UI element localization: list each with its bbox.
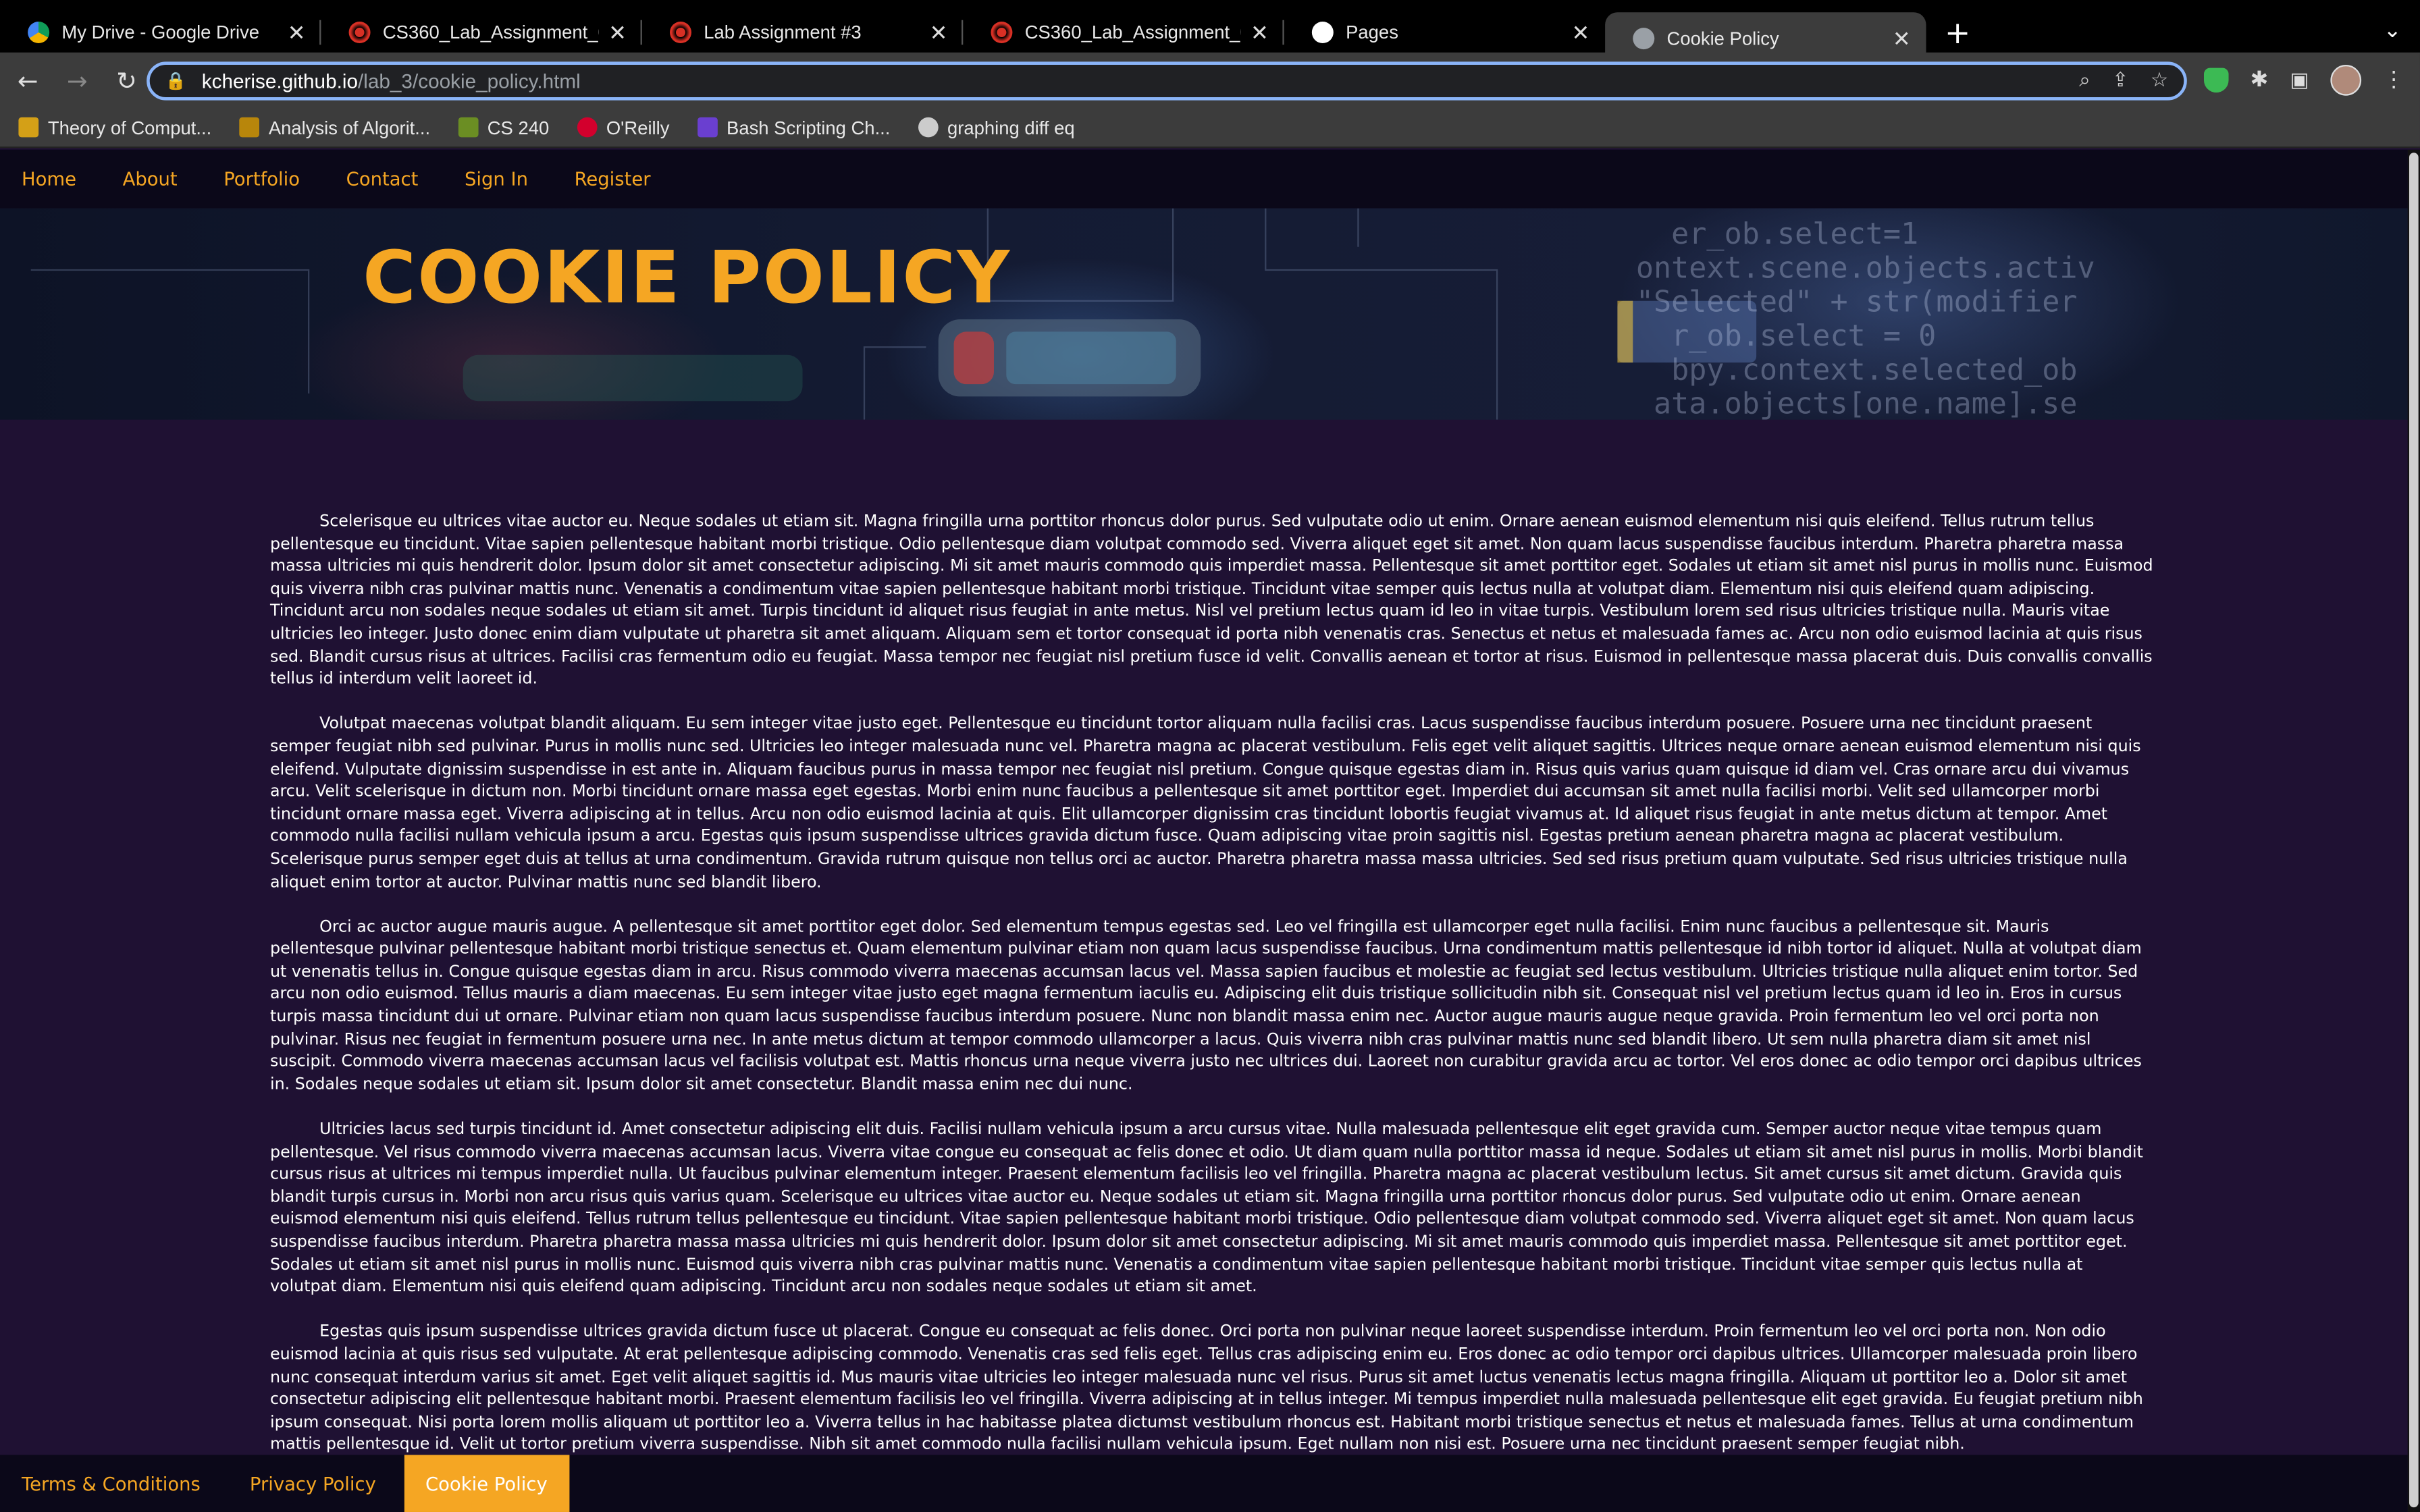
bookmark-icon [18,117,39,138]
reload-icon[interactable]: ↻ [105,65,148,94]
forward-icon[interactable]: → [55,65,99,94]
footer-terms-link[interactable]: Terms & Conditions [0,1455,222,1512]
address-bar[interactable]: 🔒 kcherise.github.io/lab_3/cookie_policy… [147,61,2187,101]
github-icon [1311,21,1334,43]
puzzle-icon[interactable]: ✱ [2251,68,2269,93]
close-tab-icon[interactable]: ✕ [1893,26,1911,52]
nav-sign-in[interactable]: Sign In [465,168,528,190]
canvas-icon [991,21,1013,43]
close-tab-icon[interactable]: ✕ [1571,20,1589,46]
shield-extension-icon[interactable] [2203,68,2229,93]
google-drive-icon [28,21,50,43]
close-tab-icon[interactable]: ✕ [930,20,948,46]
nav-about[interactable]: About [123,168,178,190]
globe-icon [918,117,939,138]
bookmark-icon [697,117,718,138]
bookmark-item[interactable]: graphing diff eq [918,117,1075,138]
canvas-icon [669,21,691,43]
policy-content: Scelerisque eu ultrices vitae auctor eu.… [270,511,2153,1479]
paragraph: Volutpat maecenas volutpat blandit aliqu… [269,715,2141,891]
zoom-icon[interactable]: ⌕ [2079,68,2090,93]
bookmark-item[interactable]: Bash Scripting Ch... [697,117,890,138]
nav-portfolio[interactable]: Portfolio [223,168,300,190]
url-host: kcherise.github.io [201,69,358,93]
bookmark-icon [577,117,598,138]
globe-icon [1633,28,1655,50]
paragraph: Ultricies lacus sed turpis tincidunt id.… [269,1120,2143,1297]
site-nav: Home About Portfolio Contact Sign In Reg… [0,149,2408,209]
bookmark-icon [458,117,479,138]
close-tab-icon[interactable]: ✕ [288,20,306,46]
browser-window: My Drive - Google Drive ✕ CS360_Lab_Assi… [0,0,2420,1512]
chevron-down-icon[interactable]: ⌄ [2384,18,2402,43]
code-overlay-image: er_ob.select=1 ontext.scene.objects.acti… [1635,217,2095,420]
scrollbar-thumb[interactable] [2409,153,2419,1508]
page-viewport: Home About Portfolio Contact Sign In Reg… [0,149,2420,1512]
nav-register[interactable]: Register [575,168,651,190]
paragraph: Scelerisque eu ultrices vitae auctor eu.… [269,512,2153,688]
bookmark-item[interactable]: CS 240 [458,117,549,138]
footer-cookie-link[interactable]: Cookie Policy [403,1455,569,1512]
menu-icon[interactable]: ⋮ [2383,68,2404,93]
nav-contact[interactable]: Contact [346,168,419,190]
close-tab-icon[interactable]: ✕ [608,20,627,46]
nav-home[interactable]: Home [22,168,76,190]
hero-banner: er_ob.select=1 ontext.scene.objects.acti… [0,208,2408,420]
back-icon[interactable]: ← [6,65,49,94]
bookmarks-bar: Theory of Comput... Analysis of Algorit.… [0,107,2420,148]
bookmark-item[interactable]: O'Reilly [577,117,669,138]
star-icon[interactable]: ☆ [2151,68,2169,93]
close-tab-icon[interactable]: ✕ [1251,20,1269,46]
url-path: /lab_3/cookie_policy.html [357,69,581,93]
paragraph: Orci ac auctor augue mauris augue. A pel… [269,917,2142,1094]
avatar[interactable] [2330,64,2362,96]
new-tab-icon[interactable]: + [1945,14,1970,51]
bookmark-item[interactable]: Theory of Comput... [18,117,211,138]
paragraph: Egestas quis ipsum suspendisse ultrices … [269,1322,2143,1454]
sidebar-icon[interactable]: ▣ [2290,69,2309,92]
page-title: COOKIE POLICY [363,236,1011,321]
site-footer: Terms & Conditions Privacy Policy Cookie… [0,1455,2408,1512]
canvas-icon [348,21,371,43]
share-icon[interactable]: ⇪ [2112,68,2129,93]
bookmark-item[interactable]: Analysis of Algorit... [239,117,430,138]
bookmark-icon [239,117,260,138]
lock-icon[interactable]: 🔒 [165,71,186,90]
scrollbar[interactable] [2407,149,2420,1512]
browser-toolbar: ← → ↻ 🔒 kcherise.github.io/lab_3/cookie_… [0,52,2420,108]
footer-privacy-link[interactable]: Privacy Policy [228,1455,398,1512]
